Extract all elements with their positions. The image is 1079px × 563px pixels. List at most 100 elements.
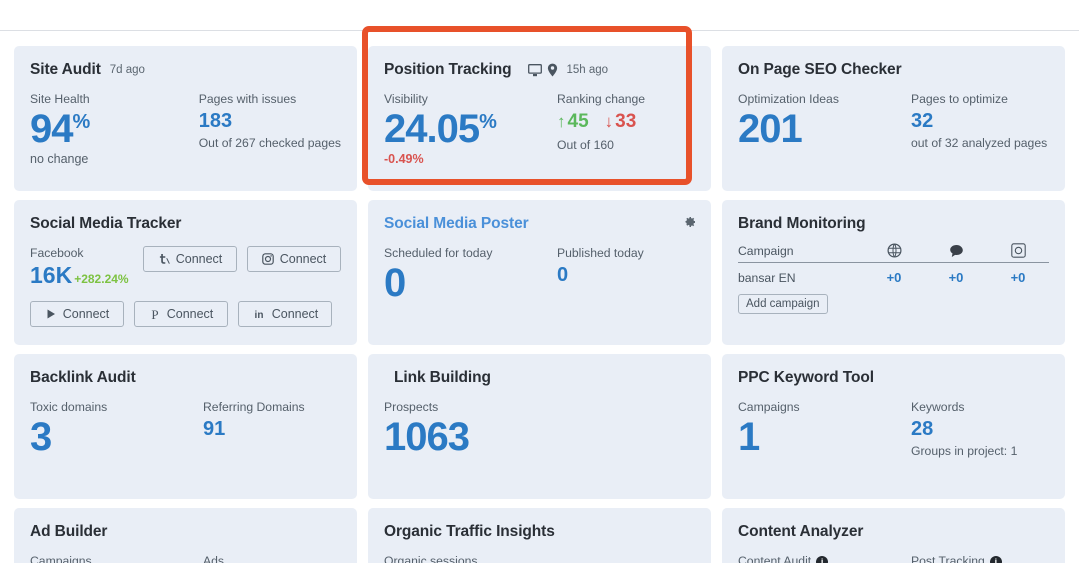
metric-group-left: Content Auditi 0	[738, 553, 911, 563]
campaign-name: bansar EN	[738, 270, 796, 285]
card-social-media-poster[interactable]: Social Media Poster Scheduled for today …	[368, 200, 711, 345]
card-position-tracking[interactable]: Position Tracking 15h ago Visibility 24.…	[368, 46, 711, 191]
facebook-value-row: 16K +282.24%	[30, 261, 143, 289]
metric-suffix: %	[479, 111, 497, 133]
device-icons	[527, 63, 558, 77]
metric-label: Keywords	[911, 400, 965, 414]
info-icon[interactable]: i	[989, 555, 1002, 563]
metric-label: Optimization Ideas	[738, 92, 839, 106]
twitter-icon	[158, 253, 170, 265]
header-divider	[0, 30, 1079, 31]
facebook-metric: Facebook 16K +282.24%	[30, 234, 143, 289]
card-ppc-keyword-tool[interactable]: PPC Keyword Tool Campaigns 1 Keywords 28…	[722, 354, 1065, 499]
arrow-up-icon: ↑	[557, 112, 566, 131]
connect-label: Connect	[279, 252, 327, 266]
campaign-mentions-value: +0	[948, 270, 964, 285]
card-body: Content Auditi 0 Post Trackingi 1	[738, 553, 1049, 563]
metric-label: Ads	[203, 554, 225, 563]
connect-buttons-bottom: Connect P Connect in Connect	[30, 301, 341, 327]
ranking-up-value: 45	[567, 111, 589, 132]
card-body: Visibility 24.05% -0.49% Ranking change …	[384, 91, 695, 167]
metric-value: 0	[384, 261, 406, 305]
connect-pinterest-button[interactable]: P Connect	[134, 301, 228, 327]
card-on-page-seo-checker[interactable]: On Page SEO Checker Optimization Ideas 2…	[722, 46, 1065, 191]
location-pin-icon	[547, 63, 558, 77]
metric-group-left: Optimization Ideas 201	[738, 91, 911, 152]
metric-value: 24.05%	[384, 107, 557, 151]
card-header: Site Audit 7d ago	[30, 60, 341, 80]
metric-group-left: Campaigns 1	[738, 399, 911, 460]
card-backlink-audit[interactable]: Backlink Audit Toxic domains 3 Referring…	[14, 354, 357, 499]
metric-group-left: Organic sessions 6.0K	[384, 553, 557, 563]
card-organic-traffic-insights[interactable]: Organic Traffic Insights Organic session…	[368, 508, 711, 563]
metric-label: Post Tracking i	[911, 553, 1049, 563]
card-title: Organic Traffic Insights	[384, 523, 555, 540]
metric-group-right: Pages to optimize 32 out of 32 analyzed …	[911, 91, 1049, 152]
card-header: Organic Traffic Insights	[384, 522, 695, 542]
card-title: PPC Keyword Tool	[738, 369, 874, 386]
connect-label: Connect	[166, 307, 214, 321]
card-title: On Page SEO Checker	[738, 61, 902, 78]
metric-label: Site Health	[30, 92, 90, 106]
metric-group-left: Prospects 1063	[384, 399, 557, 459]
metric-label: Visibility	[384, 92, 428, 106]
metric-group-left: Site Health 94% no change	[30, 91, 199, 167]
card-header: Backlink Audit	[30, 368, 341, 388]
card-timestamp: 7d ago	[109, 64, 145, 76]
card-header: Social Media Tracker	[30, 214, 341, 234]
card-link-building[interactable]: Link Building Prospects 1063	[368, 354, 711, 499]
metric-group-left: Toxic domains 3	[30, 399, 203, 459]
column-header-instagram	[987, 243, 1049, 258]
connect-instagram-button[interactable]: Connect	[247, 246, 341, 272]
metric-value: 1	[738, 415, 760, 459]
linkedin-icon: in	[252, 308, 266, 320]
metric-label: Campaigns	[30, 554, 92, 563]
card-title[interactable]: Social Media Poster	[384, 215, 529, 233]
metric-note: Groups in project: 1	[911, 444, 1018, 458]
instagram-icon	[261, 253, 274, 265]
metric-group-right: Ranking change ↑ 45 ↓ 33 Out of 160	[557, 91, 695, 167]
card-site-audit[interactable]: Site Audit 7d ago Site Health 94% no cha…	[14, 46, 357, 191]
card-brand-monitoring[interactable]: Brand Monitoring Campaign bansar EN +0 +…	[722, 200, 1065, 345]
column-header-web	[863, 243, 925, 258]
facebook-followers: 16K	[30, 262, 73, 288]
gear-icon[interactable]	[681, 214, 697, 230]
metric-value: 32	[911, 110, 934, 132]
connect-label: Connect	[62, 307, 110, 321]
metric-value: 94%	[30, 107, 199, 151]
card-title: Site Audit	[30, 61, 101, 78]
campaign-web-value: +0	[886, 270, 902, 285]
card-body: Scheduled for today 0 Published today 0	[384, 245, 695, 305]
metric-suffix: %	[72, 111, 91, 133]
card-content-analyzer[interactable]: Content Analyzer Content Auditi 0 Post T…	[722, 508, 1065, 563]
card-timestamp: 15h ago	[566, 64, 609, 76]
metric-note: out of 32 analyzed pages	[911, 136, 1048, 150]
ranking-down: ↓ 33	[605, 107, 637, 137]
metric-change: -0.49%	[384, 152, 424, 166]
metric-value: 3	[30, 415, 52, 459]
metric-value: 91	[203, 418, 226, 440]
add-campaign-button[interactable]: Add campaign	[738, 294, 828, 314]
info-icon[interactable]: i	[816, 555, 829, 563]
card-title: Position Tracking	[384, 61, 512, 78]
card-ad-builder[interactable]: Ad Builder Campaigns 1 Ads 0	[14, 508, 357, 563]
metric-note: no change	[30, 152, 89, 166]
metric-value: 28	[911, 418, 934, 440]
metric-note: Out of 160	[557, 138, 614, 152]
card-social-media-tracker[interactable]: Social Media Tracker Facebook 16K +282.2…	[14, 200, 357, 345]
instagram-icon	[1010, 243, 1026, 258]
connect-youtube-button[interactable]: Connect	[30, 301, 124, 327]
connect-twitter-button[interactable]: Connect	[143, 246, 237, 272]
card-body: Campaigns 1 Keywords 28 Groups in projec…	[738, 399, 1049, 460]
metric-group-right: Ads 0	[203, 553, 341, 563]
metric-group-right: Pages with issues 183 Out of 267 checked…	[199, 91, 341, 167]
connect-linkedin-button[interactable]: in Connect	[238, 301, 332, 327]
table-row[interactable]: bansar EN +0 +0 +0	[738, 263, 1049, 285]
column-header-campaign: Campaign	[738, 243, 794, 258]
metric-label-text: Content Audit	[738, 554, 812, 563]
metric-note: Out of 267 checked pages	[198, 136, 341, 150]
svg-text:P: P	[151, 308, 158, 321]
card-header: PPC Keyword Tool	[738, 368, 1049, 388]
metric-value: 0	[557, 264, 569, 286]
card-header: On Page SEO Checker	[738, 60, 1049, 80]
